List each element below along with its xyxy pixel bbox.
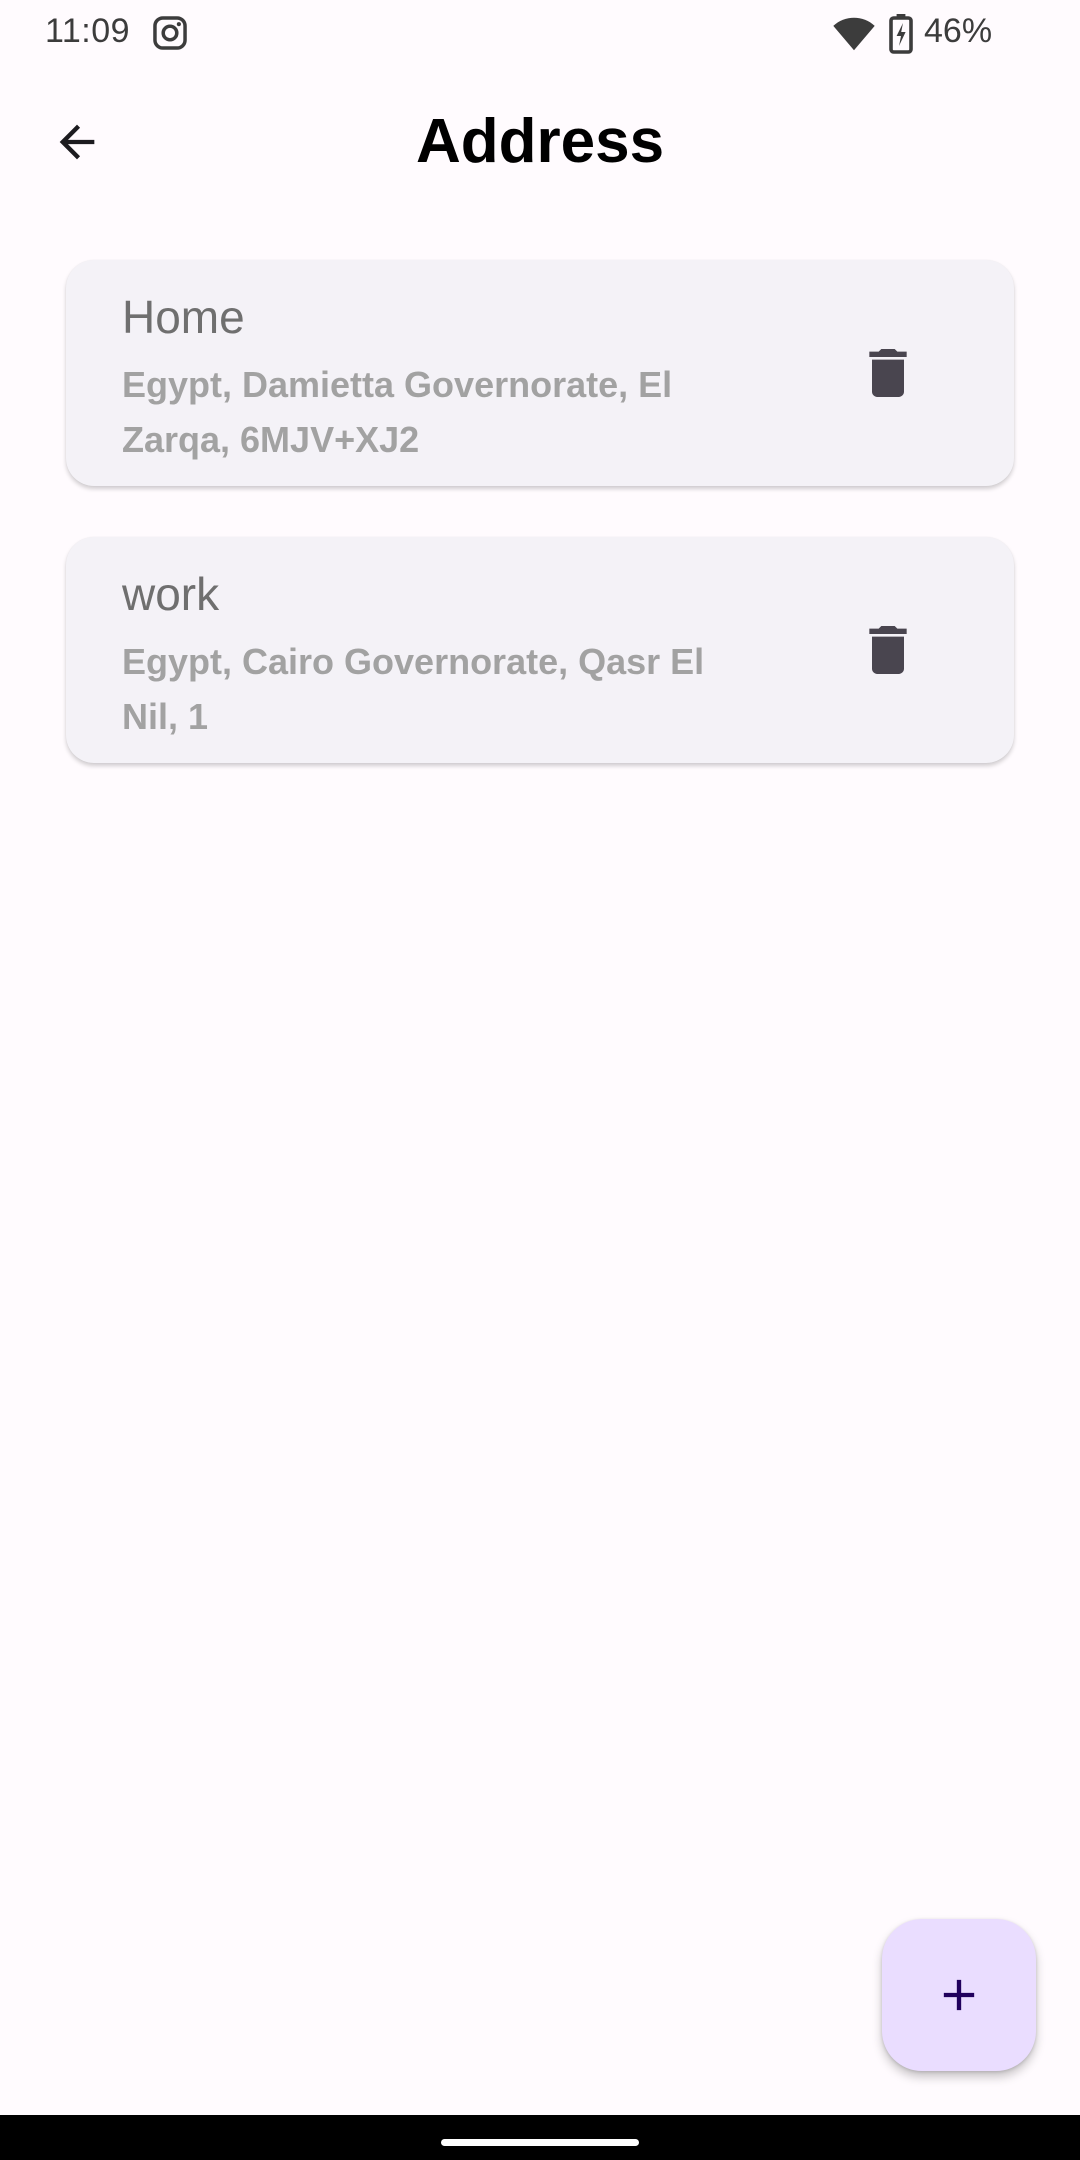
status-time: 11:09: [45, 12, 131, 50]
navigation-bar: [0, 2115, 1080, 2160]
home-indicator[interactable]: [441, 2139, 639, 2146]
status-bar: 11:09 46%: [0, 0, 1080, 66]
address-card-home[interactable]: Home Egypt, Damietta Governorate, El Zar…: [66, 260, 1014, 486]
trash-icon: [869, 349, 907, 397]
delete-address-button[interactable]: [856, 612, 920, 688]
page-title: Address: [415, 107, 665, 176]
address-title: Home: [122, 291, 245, 343]
address-title: work: [122, 568, 220, 620]
instagram-icon: [153, 16, 187, 50]
plus-icon: [943, 1979, 975, 2011]
app-bar: Address: [0, 66, 1080, 216]
delete-address-button[interactable]: [856, 335, 920, 411]
wifi-icon: [833, 17, 875, 51]
add-address-button[interactable]: [882, 1919, 1036, 2071]
battery-charging-icon: [889, 14, 913, 54]
address-card-work[interactable]: work Egypt, Cairo Governorate, Qasr El N…: [66, 537, 1014, 763]
address-text: Egypt, Damietta Governorate, El Zarqa, 6…: [122, 364, 673, 460]
address-text: Egypt, Cairo Governorate, Qasr El Nil, 1: [122, 641, 705, 737]
trash-icon: [869, 626, 907, 674]
battery-percentage: 46%: [924, 12, 993, 50]
